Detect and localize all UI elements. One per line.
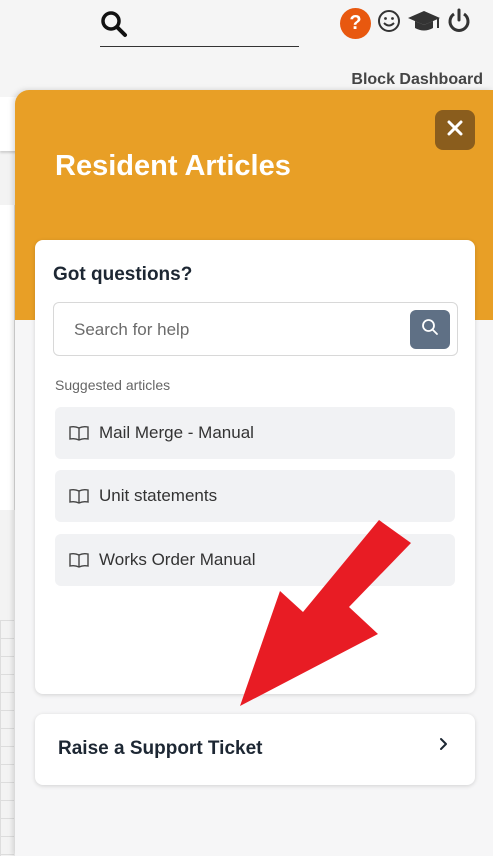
close-button[interactable] — [435, 110, 475, 150]
search-icon — [421, 318, 439, 341]
article-item[interactable]: Unit statements — [55, 470, 455, 522]
chevron-right-icon — [439, 737, 449, 756]
search-icon[interactable] — [100, 10, 128, 43]
suggested-articles-label: Suggested articles — [55, 377, 171, 393]
block-dashboard-link[interactable]: Block Dashboard — [351, 71, 483, 89]
graduation-cap-icon[interactable] — [407, 8, 441, 39]
card-title: Got questions? — [53, 264, 193, 285]
article-item[interactable]: Mail Merge - Manual — [55, 407, 455, 459]
background-panel — [0, 205, 15, 510]
article-label: Unit statements — [99, 486, 218, 505]
raise-ticket-button[interactable]: Raise a Support Ticket — [35, 714, 475, 785]
top-bar: ? Block Dashboard — [0, 0, 493, 97]
article-label: Mail Merge - Manual — [99, 423, 254, 442]
questions-card: Got questions? Suggested articles Mail M… — [35, 240, 475, 694]
book-icon — [69, 488, 89, 504]
raise-ticket-label: Raise a Support Ticket — [58, 738, 263, 759]
help-panel: Resident Articles Got questions? Suggest… — [15, 90, 493, 856]
global-search[interactable] — [100, 8, 299, 47]
help-search-button[interactable] — [410, 310, 450, 349]
panel-title: Resident Articles — [55, 150, 291, 182]
article-label: Works Order Manual — [99, 550, 256, 569]
power-icon[interactable] — [447, 8, 471, 39]
book-icon — [69, 425, 89, 441]
article-item[interactable]: Works Order Manual — [55, 534, 455, 586]
smiley-icon[interactable] — [377, 9, 401, 38]
help-icon[interactable]: ? — [340, 8, 371, 39]
help-search-input[interactable] — [72, 317, 396, 343]
help-search-box[interactable] — [53, 302, 458, 356]
top-icons: ? — [340, 8, 471, 39]
book-icon — [69, 552, 89, 568]
background-grid — [0, 620, 14, 856]
close-icon[interactable] — [446, 119, 464, 142]
